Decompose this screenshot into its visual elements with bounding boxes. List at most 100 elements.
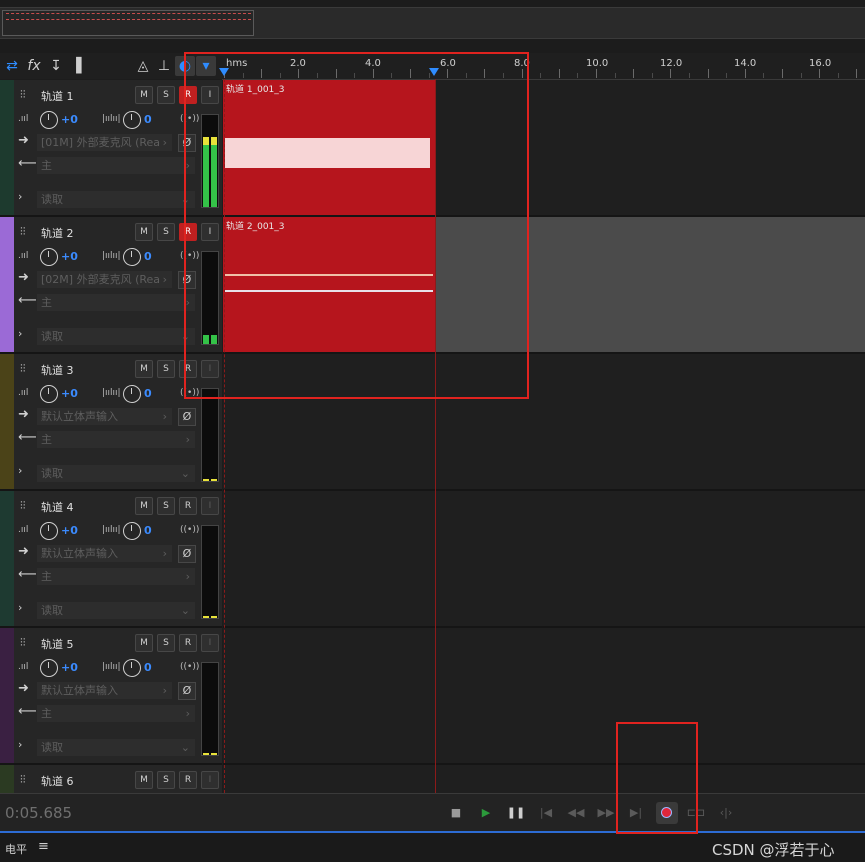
track-name[interactable]: 轨道 2	[41, 225, 74, 241]
track-name[interactable]: 轨道 4	[41, 499, 74, 515]
pan-value[interactable]: 0	[144, 387, 152, 400]
pan-value[interactable]: 0	[144, 524, 152, 537]
track-lane[interactable]	[223, 491, 865, 628]
volume-knob[interactable]	[40, 659, 58, 677]
metronome-icon[interactable]: ◬	[133, 56, 153, 76]
track-header[interactable]: ⫶⫶ 轨道 6 M S R I	[0, 765, 222, 793]
record-arm-button[interactable]: R	[179, 634, 197, 652]
record-arm-button[interactable]: R	[179, 497, 197, 515]
track-name[interactable]: 轨道 6	[41, 773, 74, 789]
pan-value[interactable]: 0	[144, 113, 152, 126]
ruler-tick	[540, 73, 542, 78]
track-color-stripe	[0, 628, 14, 763]
pause-icon[interactable]: ❚❚	[506, 804, 526, 822]
expand-icon[interactable]: ›	[18, 464, 22, 477]
input-select[interactable]: 默认立体声输入 ›	[37, 408, 172, 425]
volume-knob[interactable]	[40, 385, 58, 403]
go-to-start-icon[interactable]: |◀	[536, 804, 556, 822]
fast-forward-icon[interactable]: ▶▶	[596, 804, 616, 822]
input-arrow-icon: ➜	[18, 407, 29, 422]
mute-button[interactable]: M	[135, 360, 153, 378]
levels-panel-label[interactable]: 电平	[5, 841, 27, 857]
solo-button[interactable]: S	[157, 86, 175, 104]
solo-button[interactable]: S	[157, 360, 175, 378]
automation-select[interactable]: 读取 ⌄	[37, 328, 195, 345]
expand-icon[interactable]: ›	[18, 327, 22, 340]
output-select[interactable]: 主 ›	[37, 705, 195, 722]
volume-value[interactable]: +0	[61, 524, 78, 537]
input-select[interactable]: [02M] 外部麦克风 (Rea ›	[37, 271, 172, 288]
output-select[interactable]: 主 ›	[37, 568, 195, 585]
solo-button[interactable]: S	[157, 497, 175, 515]
automation-select[interactable]: 读取 ⌄	[37, 739, 195, 756]
swap-icon[interactable]: ⇄	[2, 56, 22, 76]
sort-icon[interactable]: ↧	[46, 56, 66, 76]
input-monitor-button[interactable]: I	[201, 497, 219, 515]
input-icon[interactable]: ⊥	[154, 56, 174, 76]
pan-knob[interactable]	[123, 111, 141, 129]
track-name[interactable]: 轨道 3	[41, 362, 74, 378]
pan-knob[interactable]	[123, 385, 141, 403]
volume-icon: .ııl	[18, 662, 29, 672]
track-lane[interactable]	[223, 765, 865, 793]
volume-knob[interactable]	[40, 522, 58, 540]
volume-value[interactable]: +0	[61, 250, 78, 263]
mute-button[interactable]: M	[135, 771, 153, 789]
track-name[interactable]: 轨道 5	[41, 636, 74, 652]
input-monitor-button[interactable]: I	[201, 771, 219, 789]
mute-button[interactable]: M	[135, 86, 153, 104]
ruler-tick	[633, 69, 635, 78]
expand-icon[interactable]: ›	[18, 190, 22, 203]
volume-pan-row: .ııl +0 |ıılıı| 0 ((•))	[18, 111, 199, 129]
solo-button[interactable]: S	[157, 771, 175, 789]
input-select[interactable]: 默认立体声输入 ›	[37, 545, 172, 562]
input-monitor-button[interactable]: I	[201, 634, 219, 652]
expand-icon[interactable]: ›	[18, 738, 22, 751]
expand-icon[interactable]: ›	[18, 601, 22, 614]
solo-button[interactable]: S	[157, 634, 175, 652]
mute-button[interactable]: M	[135, 497, 153, 515]
automation-select[interactable]: 读取 ⌄	[37, 191, 195, 208]
phase-invert-button[interactable]: Ø	[178, 545, 196, 563]
track-lane[interactable]	[223, 628, 865, 765]
automation-select[interactable]: 读取 ⌄	[37, 465, 195, 482]
mute-button[interactable]: M	[135, 223, 153, 241]
solo-button[interactable]: S	[157, 223, 175, 241]
fx-icon[interactable]: fx	[24, 56, 44, 76]
output-arrow-icon: ⟵	[18, 704, 37, 719]
track-header[interactable]: ⫶⫶ 轨道 5 M S R I .ııl +0 |ıılıı| 0 ((•)) …	[0, 628, 222, 765]
pan-value[interactable]: 0	[144, 661, 152, 674]
phase-invert-button[interactable]: Ø	[178, 408, 196, 426]
stop-icon[interactable]: ■	[446, 804, 466, 822]
track-header[interactable]: ⫶⫶ 轨道 4 M S R I .ııl +0 |ıılıı| 0 ((•)) …	[0, 491, 222, 628]
mute-button[interactable]: M	[135, 634, 153, 652]
track-color-stripe	[0, 217, 14, 352]
volume-value[interactable]: +0	[61, 387, 78, 400]
levels-icon[interactable]: ▐	[66, 56, 86, 76]
stereo-icon[interactable]: ((•))	[180, 525, 199, 535]
output-select[interactable]: 主 ›	[37, 157, 195, 174]
output-select[interactable]: 主 ›	[37, 431, 195, 448]
skip-selection-icon[interactable]: ‹|›	[716, 804, 736, 822]
volume-knob[interactable]	[40, 111, 58, 129]
pan-value[interactable]: 0	[144, 250, 152, 263]
rewind-icon[interactable]: ◀◀	[566, 804, 586, 822]
pan-icon: |ıılıı|	[102, 114, 121, 124]
input-select[interactable]: [01M] 外部麦克风 (Rea ›	[37, 134, 172, 151]
output-select[interactable]: 主 ›	[37, 294, 195, 311]
track-name[interactable]: 轨道 1	[41, 88, 74, 104]
play-icon[interactable]: ▶	[476, 804, 496, 822]
menu-icon[interactable]: ≡	[38, 839, 49, 854]
volume-value[interactable]: +0	[61, 113, 78, 126]
overview-navigator[interactable]	[0, 7, 865, 39]
pan-knob[interactable]	[123, 659, 141, 677]
input-select[interactable]: 默认立体声输入 ›	[37, 682, 172, 699]
volume-knob[interactable]	[40, 248, 58, 266]
stereo-icon[interactable]: ((•))	[180, 662, 199, 672]
volume-value[interactable]: +0	[61, 661, 78, 674]
automation-select[interactable]: 读取 ⌄	[37, 602, 195, 619]
phase-invert-button[interactable]: Ø	[178, 682, 196, 700]
record-arm-button[interactable]: R	[179, 771, 197, 789]
pan-knob[interactable]	[123, 522, 141, 540]
pan-knob[interactable]	[123, 248, 141, 266]
